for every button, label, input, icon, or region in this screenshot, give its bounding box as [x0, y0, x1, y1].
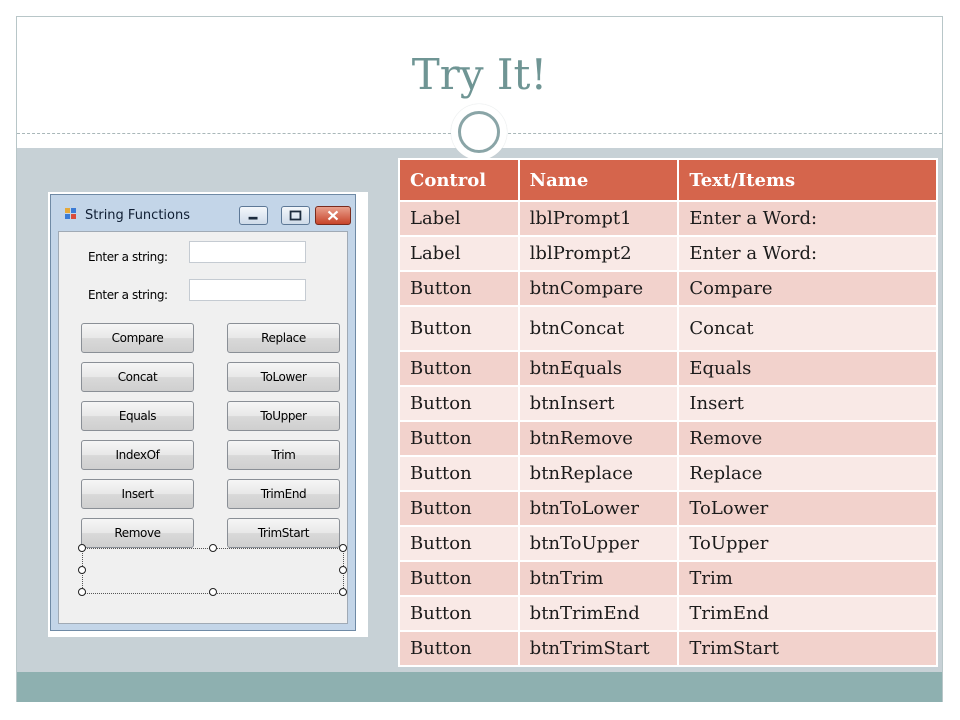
resize-handle[interactable] — [339, 588, 347, 596]
cell-name: btnTrim — [517, 560, 680, 597]
cell-text: TrimEnd — [677, 595, 938, 632]
compare-button[interactable]: Compare — [81, 323, 194, 353]
trimstart-button[interactable]: TrimStart — [227, 518, 340, 548]
equals-button[interactable]: Equals — [81, 401, 194, 431]
cell-name: btnEquals — [517, 350, 680, 387]
remove-button[interactable]: Remove — [81, 518, 194, 548]
toupper-button[interactable]: ToUpper — [227, 401, 340, 431]
footer-band — [17, 672, 942, 702]
cell-text: Insert — [677, 385, 938, 422]
cell-name: btnCompare — [517, 270, 680, 307]
cell-name: lblPrompt1 — [517, 200, 680, 237]
string-input-2[interactable] — [189, 279, 306, 301]
table-row: Button btnCompare Compare — [398, 270, 938, 307]
cell-name: btnRemove — [517, 420, 680, 457]
cell-name: btnReplace — [517, 455, 680, 492]
header-control: Control — [398, 158, 520, 202]
indexof-button[interactable]: IndexOf — [81, 440, 194, 470]
cell-control: Button — [398, 350, 520, 387]
cell-control: Label — [398, 200, 520, 237]
insert-button[interactable]: Insert — [81, 479, 194, 509]
cell-control: Label — [398, 235, 520, 272]
resize-handle[interactable] — [78, 588, 86, 596]
replace-button[interactable]: Replace — [227, 323, 340, 353]
table-row: Button btnToUpper ToUpper — [398, 525, 938, 562]
cell-text: Enter a Word: — [677, 200, 938, 237]
cell-text: ToLower — [677, 490, 938, 527]
table-row: Button btnTrimStart TrimStart — [398, 630, 938, 667]
tolower-button[interactable]: ToLower — [227, 362, 340, 392]
cell-control: Button — [398, 490, 520, 527]
close-icon — [327, 210, 339, 221]
cell-text: Enter a Word: — [677, 235, 938, 272]
cell-control: Button — [398, 270, 520, 307]
maximize-button[interactable] — [281, 206, 310, 225]
cell-text: Concat — [677, 305, 938, 352]
resize-handle[interactable] — [209, 588, 217, 596]
cell-control: Button — [398, 525, 520, 562]
prompt-label-1: Enter a string: — [88, 250, 168, 264]
table-row: Button btnInsert Insert — [398, 385, 938, 422]
maximize-icon — [289, 210, 302, 221]
cell-control: Button — [398, 420, 520, 457]
cell-control: Button — [398, 455, 520, 492]
cell-name: btnConcat — [517, 305, 680, 352]
cell-name: btnTrimEnd — [517, 595, 680, 632]
cell-name: btnTrimStart — [517, 630, 680, 667]
cell-name: btnToUpper — [517, 525, 680, 562]
cell-control: Button — [398, 560, 520, 597]
string-input-1[interactable] — [189, 241, 306, 263]
table-row: Button btnReplace Replace — [398, 455, 938, 492]
cell-control: Button — [398, 305, 520, 352]
cell-name: btnInsert — [517, 385, 680, 422]
resize-handle[interactable] — [339, 566, 347, 574]
table-row: Button btnRemove Remove — [398, 420, 938, 457]
cell-control: Button — [398, 385, 520, 422]
cell-name: lblPrompt2 — [517, 235, 680, 272]
header-text-items: Text/Items — [677, 158, 938, 202]
table-row: Button btnTrimEnd TrimEnd — [398, 595, 938, 632]
prompt-label-2: Enter a string: — [88, 288, 168, 302]
table-row: Button btnToLower ToLower — [398, 490, 938, 527]
cell-text: Replace — [677, 455, 938, 492]
table-row: Button btnEquals Equals — [398, 350, 938, 387]
trim-button[interactable]: Trim — [227, 440, 340, 470]
form-client-area: Enter a string: Enter a string: Compare … — [58, 231, 348, 624]
minimize-button[interactable] — [239, 206, 268, 225]
cell-control: Button — [398, 630, 520, 667]
trimend-button[interactable]: TrimEnd — [227, 479, 340, 509]
table-row: Button btnConcat Concat — [398, 305, 938, 352]
table-row: Button btnTrim Trim — [398, 560, 938, 597]
resize-handle[interactable] — [209, 544, 217, 552]
resize-handle[interactable] — [78, 544, 86, 552]
divider-ring-inner — [458, 111, 500, 153]
table-row: Label lblPrompt1 Enter a Word: — [398, 200, 938, 237]
app-form-icon — [65, 208, 77, 220]
controls-table: Control Name Text/Items Label lblPrompt1 E… — [398, 158, 938, 667]
minimize-icon — [248, 216, 258, 220]
slide-title: Try It! — [411, 50, 548, 99]
header-name: Name — [517, 158, 680, 202]
window-titlebar[interactable]: String Functions — [51, 195, 355, 233]
cell-text: ToUpper — [677, 525, 938, 562]
cell-text: TrimStart — [677, 630, 938, 667]
cell-text: Trim — [677, 560, 938, 597]
resize-handle[interactable] — [339, 544, 347, 552]
cell-text: Equals — [677, 350, 938, 387]
cell-text: Compare — [677, 270, 938, 307]
cell-text: Remove — [677, 420, 938, 457]
window-title: String Functions — [85, 208, 190, 223]
string-functions-window[interactable]: String Functions Enter a string: Enter a… — [50, 194, 356, 631]
concat-button[interactable]: Concat — [81, 362, 194, 392]
table-row: Label lblPrompt2 Enter a Word: — [398, 235, 938, 272]
table-header-row: Control Name Text/Items — [398, 158, 938, 202]
resize-handle[interactable] — [78, 566, 86, 574]
cell-name: btnToLower — [517, 490, 680, 527]
close-button[interactable] — [315, 206, 351, 225]
cell-control: Button — [398, 595, 520, 632]
